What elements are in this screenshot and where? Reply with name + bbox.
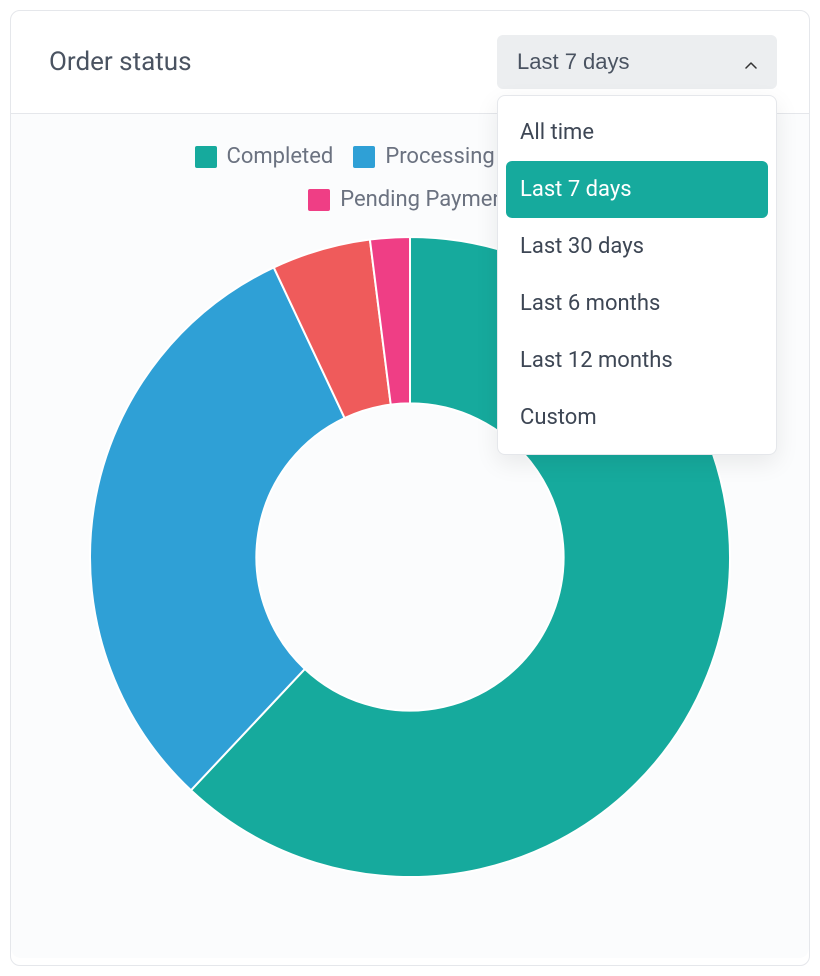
caret-up-icon xyxy=(745,49,757,75)
time-range-selected-label: Last 7 days xyxy=(517,49,630,75)
time-range-option[interactable]: All time xyxy=(506,104,768,161)
time-range-dropdown: Last 7 days All timeLast 7 daysLast 30 d… xyxy=(497,35,777,89)
time-range-option[interactable]: Last 12 months xyxy=(506,332,768,389)
order-status-card: Order status Last 7 days All timeLast 7 … xyxy=(10,10,810,966)
time-range-option[interactable]: Last 6 months xyxy=(506,275,768,332)
time-range-option[interactable]: Custom xyxy=(506,389,768,446)
legend-label: Pending Payment xyxy=(340,187,512,212)
time-range-option[interactable]: Last 30 days xyxy=(506,218,768,275)
legend-label: Processing xyxy=(385,144,494,169)
time-range-trigger[interactable]: Last 7 days xyxy=(497,35,777,89)
legend-item[interactable]: Processing xyxy=(353,144,494,169)
legend-item[interactable]: Pending Payment xyxy=(308,187,512,212)
legend-swatch xyxy=(195,146,217,168)
card-title: Order status xyxy=(49,47,192,77)
legend-swatch xyxy=(308,189,330,211)
time-range-menu: All timeLast 7 daysLast 30 daysLast 6 mo… xyxy=(497,95,777,455)
time-range-option[interactable]: Last 7 days xyxy=(506,161,768,218)
legend-label: Completed xyxy=(227,144,334,169)
card-header: Order status Last 7 days All timeLast 7 … xyxy=(11,11,809,114)
legend-swatch xyxy=(353,146,375,168)
legend-item[interactable]: Completed xyxy=(195,144,334,169)
